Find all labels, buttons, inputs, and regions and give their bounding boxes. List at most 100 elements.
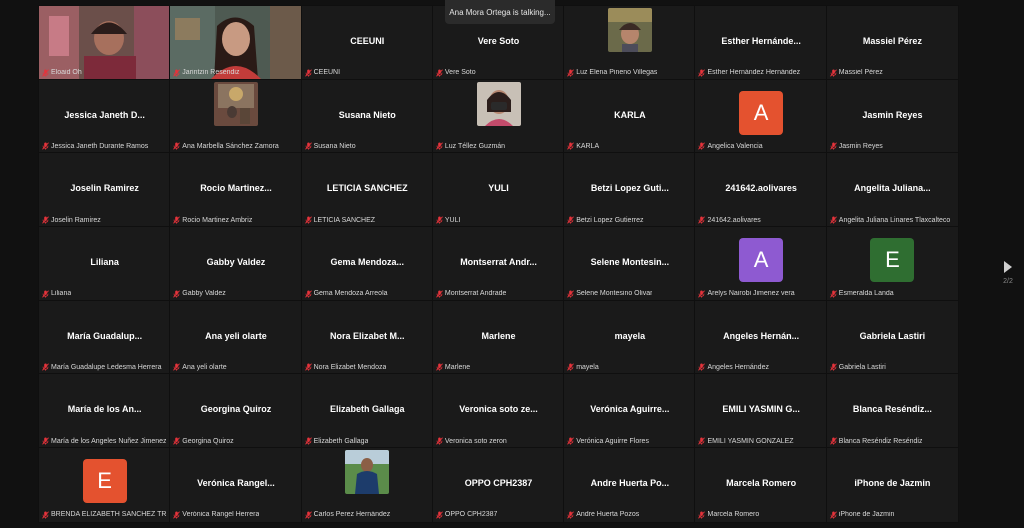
muted-mic-icon — [173, 142, 181, 150]
participant-name-label: Ana yeli olarte — [173, 363, 227, 372]
participant-tile[interactable]: E Esmeralda Landa — [825, 226, 960, 302]
participant-name-label: Blanca Reséndiz Reséndiz — [829, 437, 922, 445]
participant-display-name: Marlene — [481, 330, 516, 341]
muted-mic-icon — [567, 216, 575, 224]
participant-name-label: Liliana — [42, 290, 71, 298]
participant-tile[interactable]: Angeles Hernán... Angeles Hernández — [694, 299, 828, 376]
participant-tile[interactable]: A Arelys Nairobi Jimenez vera — [694, 226, 828, 302]
muted-mic-icon — [436, 437, 443, 445]
participant-display-name: Marcela Romero — [726, 478, 797, 489]
participant-tile[interactable]: YULI YULI — [431, 152, 566, 229]
participant-tile[interactable]: EMILI YASMIN G... EMILI YASMIN GONZALEZ — [694, 373, 828, 450]
muted-mic-icon — [698, 290, 706, 298]
participant-tile[interactable]: Andre Huerta Po... Andre Huerta Pozos — [563, 447, 697, 523]
participant-name-label: Angelita Juliana Linares Tlaxcalteco — [829, 216, 950, 224]
participant-tile[interactable]: E BRENDA ELIZABETH SANCHEZ TRU... — [37, 447, 172, 523]
participant-avatar: E — [870, 238, 915, 283]
participant-tile[interactable]: Blanca Reséndiz... Blanca Reséndiz Resénd… — [825, 373, 960, 450]
participant-tile[interactable]: LETICIA SANCHEZ LETICIA SANCHEZ — [300, 152, 434, 229]
participant-tile[interactable]: Marcela Romero Marcela Romero — [694, 447, 828, 523]
participant-name-label: Massiel Pérez — [829, 69, 883, 77]
participant-display-name: Verónica Aguirre... — [590, 404, 670, 415]
participant-name-label: Ana Marbella Sánchez Zamora — [173, 142, 279, 150]
participant-name-label: CEEUNI — [304, 69, 340, 77]
participant-display-name: Rocio Martinez... — [200, 183, 272, 194]
participant-display-name: Georgina Quiroz — [200, 404, 272, 415]
participant-tile[interactable]: Luz Téllez Guzmán — [431, 78, 566, 155]
chevron-right-icon — [1004, 261, 1012, 273]
participant-tile[interactable]: Angelita Juliana... Angelita Juliana Lina… — [825, 152, 960, 229]
participant-tile[interactable]: Rocio Martinez... Rocio Martinez Ambriz — [169, 152, 303, 229]
participant-tile[interactable]: Jessica Janeth D... Jessica Janeth Durant… — [37, 78, 172, 155]
muted-mic-icon — [567, 290, 575, 298]
participant-tile[interactable]: CEEUNI CEEUNI — [300, 5, 434, 81]
participant-name-text: Marcela Romero — [707, 511, 760, 519]
participant-tile[interactable]: KARLA KARLA — [563, 78, 697, 155]
participant-tile[interactable]: Nora Elizabet M... Nora Elizabet Mendoza — [300, 299, 434, 376]
participant-tile[interactable]: Joselin Ramirez Joselin Ramirez — [37, 152, 172, 229]
participant-name-label: Esther Hernández Hernández — [698, 69, 800, 77]
participant-tile[interactable]: Luz Elena Pineno Villegas — [563, 5, 697, 81]
participant-tile[interactable]: Veronica soto ze... Veronica soto zeron — [431, 373, 566, 450]
participant-display-name: Liliana — [90, 257, 119, 268]
participant-name-text: María Guadalupe Ledesma Herrera — [51, 363, 162, 371]
participant-tile[interactable]: mayela mayela — [563, 299, 697, 376]
participant-tile[interactable]: iPhone de Jazmin iPhone de Jazmin — [825, 447, 960, 523]
participant-display-name: Angeles Hernán... — [723, 330, 800, 341]
participant-name-text: Rocio Martinez Ambriz — [182, 216, 253, 224]
participant-tile[interactable]: Eloaid Oh — [37, 5, 172, 81]
participant-name-text: Joselin Ramirez — [51, 216, 101, 224]
participant-tile[interactable]: Jarintzin Resendiz — [169, 5, 303, 81]
participant-display-name: Jessica Janeth D... — [64, 109, 145, 120]
muted-mic-icon — [698, 437, 706, 445]
participant-tile[interactable]: Selene Montesin... Selene Montesino Oliva… — [563, 226, 697, 302]
participant-name-text: Montserrat Andrade — [444, 290, 507, 298]
participant-tile[interactable]: Elizabeth Gallaga Elizabeth Gallaga — [300, 373, 434, 450]
participant-tile[interactable]: Carlos Perez Hernández — [300, 447, 434, 523]
participant-tile[interactable]: Esther Hernánde... Esther Hernández Herná… — [694, 5, 828, 81]
participant-name-label: Angeles Hernández — [698, 363, 769, 372]
participant-tile[interactable]: Gema Mendoza... Gema Mendoza Arreola — [300, 226, 434, 302]
participant-photo — [345, 450, 390, 495]
participant-tile[interactable]: Betzi Lopez Guti... Betzi Lopez Gutierrez — [563, 152, 697, 229]
muted-mic-icon — [304, 216, 312, 224]
participant-tile[interactable]: Susana Nieto Susana Nieto — [300, 78, 434, 155]
participant-name-label: Gabby Valdez — [173, 290, 226, 298]
participant-tile[interactable]: Massiel Pérez Massiel Pérez — [825, 5, 960, 81]
participant-display-name: Vere Soto — [477, 36, 520, 46]
participant-name-label: KARLA — [567, 142, 599, 150]
participant-tile[interactable]: Verónica Aguirre... Verónica Aguirre Flor… — [563, 373, 697, 450]
participant-tile[interactable]: Liliana Liliana — [37, 226, 172, 302]
participant-name-text: YULI — [444, 216, 461, 224]
participant-tile[interactable]: Gabriela Lastiri Gabriela Lastiri — [825, 299, 960, 376]
participant-tile[interactable]: Marlene Marlene — [431, 299, 566, 376]
participant-tile[interactable]: 241642.aolivares 241642.aolivares — [694, 152, 828, 229]
participant-tile[interactable]: María Guadalup... María Guadalupe Ledesma… — [37, 299, 172, 376]
participant-avatar: A — [739, 90, 784, 135]
participant-tile[interactable]: Montserrat Andr... Montserrat Andrade — [431, 226, 566, 302]
participant-tile[interactable]: Gabby Valdez Gabby Valdez — [169, 226, 303, 302]
muted-mic-icon — [304, 511, 312, 519]
participant-tile[interactable]: A Angelica Valencia — [694, 78, 828, 155]
participant-display-name: EMILI YASMIN G... — [722, 404, 800, 415]
participant-tile[interactable]: Verónica Rangel... Verónica Rangel Herrer… — [169, 447, 303, 523]
participant-name-text: Esther Hernández Hernández — [707, 69, 801, 77]
participant-name-label: OPPO CPH2387 — [436, 511, 497, 519]
participant-tile[interactable]: Ana Marbella Sánchez Zamora — [169, 78, 303, 155]
participant-tile[interactable]: Ana yeli olarte Ana yeli olarte — [169, 299, 303, 376]
participant-name-text: Jarintzin Resendiz — [182, 69, 240, 77]
participant-name-text: Eloaid Oh — [51, 69, 82, 77]
muted-mic-icon — [829, 363, 837, 372]
participant-tile[interactable]: Georgina Quiroz Georgina Quiroz — [169, 373, 303, 450]
participant-tile[interactable]: OPPO CPH2387 OPPO CPH2387 — [431, 447, 566, 523]
muted-mic-icon — [304, 142, 312, 150]
participant-tile[interactable]: Jasmin Reyes Jasmin Reyes — [825, 78, 960, 155]
next-page-button[interactable] — [998, 256, 1018, 278]
participant-name-text: Jasmin Reyes — [838, 142, 883, 150]
muted-mic-icon — [304, 290, 312, 298]
participant-tile[interactable]: María de los An... María de los Angeles N… — [37, 373, 172, 450]
muted-mic-icon — [304, 363, 312, 372]
muted-mic-icon — [173, 216, 181, 224]
participant-name-label: María Guadalupe Ledesma Herrera — [42, 363, 162, 372]
participant-display-name: Angelita Juliana... — [854, 183, 931, 194]
